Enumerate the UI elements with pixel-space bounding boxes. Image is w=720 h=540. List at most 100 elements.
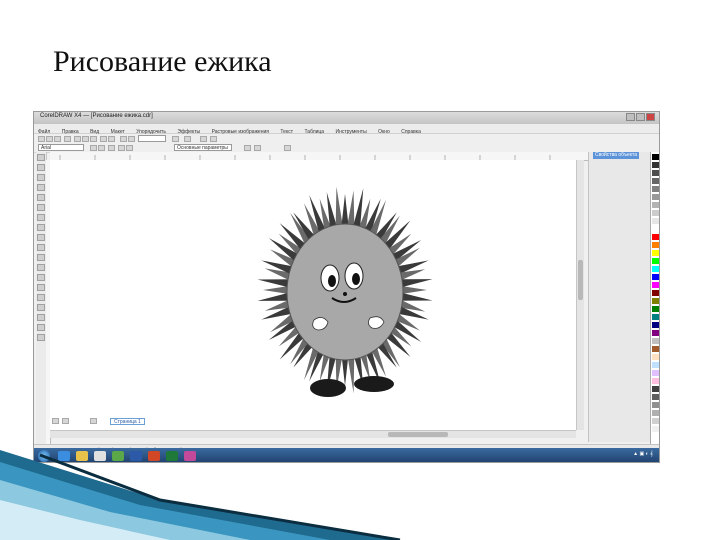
palette-swatch[interactable] xyxy=(652,282,659,288)
horizontal-scrollbar[interactable] xyxy=(50,430,576,438)
palette-swatch[interactable] xyxy=(652,378,659,384)
palette-swatch[interactable] xyxy=(652,178,659,184)
pick-tool-icon[interactable] xyxy=(37,154,45,161)
polygon-tool-icon[interactable] xyxy=(37,234,45,241)
palette-swatch[interactable] xyxy=(652,402,659,408)
palette-swatch[interactable] xyxy=(652,250,659,256)
cut-icon[interactable] xyxy=(74,136,81,142)
palette-swatch[interactable] xyxy=(652,314,659,320)
interactive-tool-icon[interactable] xyxy=(37,294,45,301)
open-icon[interactable] xyxy=(46,136,53,142)
palette-swatch[interactable] xyxy=(652,418,659,424)
crop-tool-icon[interactable] xyxy=(37,174,45,181)
lock-ratio-icon[interactable] xyxy=(108,145,115,151)
freehand-tool-icon[interactable] xyxy=(37,194,45,201)
drawing-canvas[interactable] xyxy=(50,160,576,430)
font-combo[interactable]: Arial xyxy=(38,144,84,151)
eyedropper-icon[interactable] xyxy=(37,304,45,311)
copy-icon[interactable] xyxy=(82,136,89,142)
docker-tab[interactable]: Свойства объекта xyxy=(593,152,639,159)
options-icon[interactable] xyxy=(184,136,191,142)
minimize-icon[interactable] xyxy=(626,113,635,121)
palette-swatch[interactable] xyxy=(652,266,659,272)
vertical-scrollbar[interactable] xyxy=(576,160,584,430)
palette-swatch[interactable] xyxy=(652,346,659,352)
rectangle-tool-icon[interactable] xyxy=(37,214,45,221)
table-tool-icon[interactable] xyxy=(37,264,45,271)
palette-swatch[interactable] xyxy=(652,330,659,336)
text-tool-icon[interactable] xyxy=(37,254,45,261)
prev-page-icon[interactable] xyxy=(62,418,69,424)
palette-swatch[interactable] xyxy=(652,218,659,224)
duplicate-distance-icon[interactable] xyxy=(254,145,261,151)
horizontal-scroll-thumb[interactable] xyxy=(388,432,448,437)
next-page-icon[interactable] xyxy=(90,418,97,424)
palette-swatch[interactable] xyxy=(652,210,659,216)
palette-swatch[interactable] xyxy=(652,258,659,264)
width-icon[interactable] xyxy=(90,145,97,151)
palette-swatch[interactable] xyxy=(652,170,659,176)
palette-swatch[interactable] xyxy=(652,386,659,392)
dimension-tool-icon[interactable] xyxy=(37,274,45,281)
zoom-combo[interactable] xyxy=(138,135,166,142)
snap-icon[interactable] xyxy=(172,136,179,142)
menu-bar: Файл Правка Вид Макет Упорядочить Эффект… xyxy=(34,124,659,135)
palette-swatch[interactable] xyxy=(652,154,659,160)
style-combo[interactable]: Основные параметры xyxy=(174,144,232,151)
color-palette xyxy=(650,152,659,444)
palette-swatch[interactable] xyxy=(652,394,659,400)
undo-icon[interactable] xyxy=(100,136,107,142)
palette-swatch[interactable] xyxy=(652,194,659,200)
palette-swatch[interactable] xyxy=(652,306,659,312)
smart-fill-icon[interactable] xyxy=(37,204,45,211)
launcher-icon[interactable] xyxy=(210,136,217,142)
maximize-icon[interactable] xyxy=(636,113,645,121)
palette-swatch[interactable] xyxy=(652,370,659,376)
export-icon[interactable] xyxy=(128,136,135,142)
interactive-fill-icon[interactable] xyxy=(37,334,45,341)
palette-swatch[interactable] xyxy=(652,338,659,344)
palette-swatch[interactable] xyxy=(652,242,659,248)
new-icon[interactable] xyxy=(38,136,45,142)
palette-swatch[interactable] xyxy=(652,322,659,328)
close-icon[interactable] xyxy=(646,113,655,121)
outline-tool-icon[interactable] xyxy=(37,314,45,321)
vertical-scroll-thumb[interactable] xyxy=(578,260,583,300)
palette-swatch[interactable] xyxy=(652,426,659,432)
paste-icon[interactable] xyxy=(90,136,97,142)
page-tab[interactable]: Страница 1 xyxy=(110,418,145,425)
zoom-tool-icon[interactable] xyxy=(37,184,45,191)
height-icon[interactable] xyxy=(98,145,105,151)
fill-tool-icon[interactable] xyxy=(37,324,45,331)
redo-icon[interactable] xyxy=(108,136,115,142)
welcome-icon[interactable] xyxy=(200,136,207,142)
landscape-icon[interactable] xyxy=(126,145,133,151)
units-icon[interactable] xyxy=(284,145,291,151)
palette-swatch[interactable] xyxy=(652,162,659,168)
window-title: CorelDRAW X4 — [Рисование ежика.cdr] xyxy=(40,113,153,119)
palette-swatch[interactable] xyxy=(652,362,659,368)
palette-swatch[interactable] xyxy=(652,274,659,280)
hedgehog-drawing[interactable] xyxy=(50,160,576,430)
basic-shapes-icon[interactable] xyxy=(37,244,45,251)
connector-tool-icon[interactable] xyxy=(37,284,45,291)
nudge-icon[interactable] xyxy=(244,145,251,151)
shape-tool-icon[interactable] xyxy=(37,164,45,171)
palette-swatch[interactable] xyxy=(652,186,659,192)
coreldraw-window: CorelDRAW X4 — [Рисование ежика.cdr] Фай… xyxy=(33,111,660,463)
ellipse-tool-icon[interactable] xyxy=(37,224,45,231)
palette-swatch[interactable] xyxy=(652,298,659,304)
print-icon[interactable] xyxy=(64,136,71,142)
palette-swatch[interactable] xyxy=(652,410,659,416)
palette-swatch[interactable] xyxy=(652,290,659,296)
portrait-icon[interactable] xyxy=(118,145,125,151)
palette-swatch[interactable] xyxy=(652,234,659,240)
hedgehog-spike xyxy=(341,194,349,229)
save-icon[interactable] xyxy=(54,136,61,142)
palette-swatch[interactable] xyxy=(652,202,659,208)
slide-decoration xyxy=(0,450,401,540)
first-page-icon[interactable] xyxy=(52,418,59,424)
palette-swatch[interactable] xyxy=(652,226,659,232)
palette-swatch[interactable] xyxy=(652,354,659,360)
import-icon[interactable] xyxy=(120,136,127,142)
